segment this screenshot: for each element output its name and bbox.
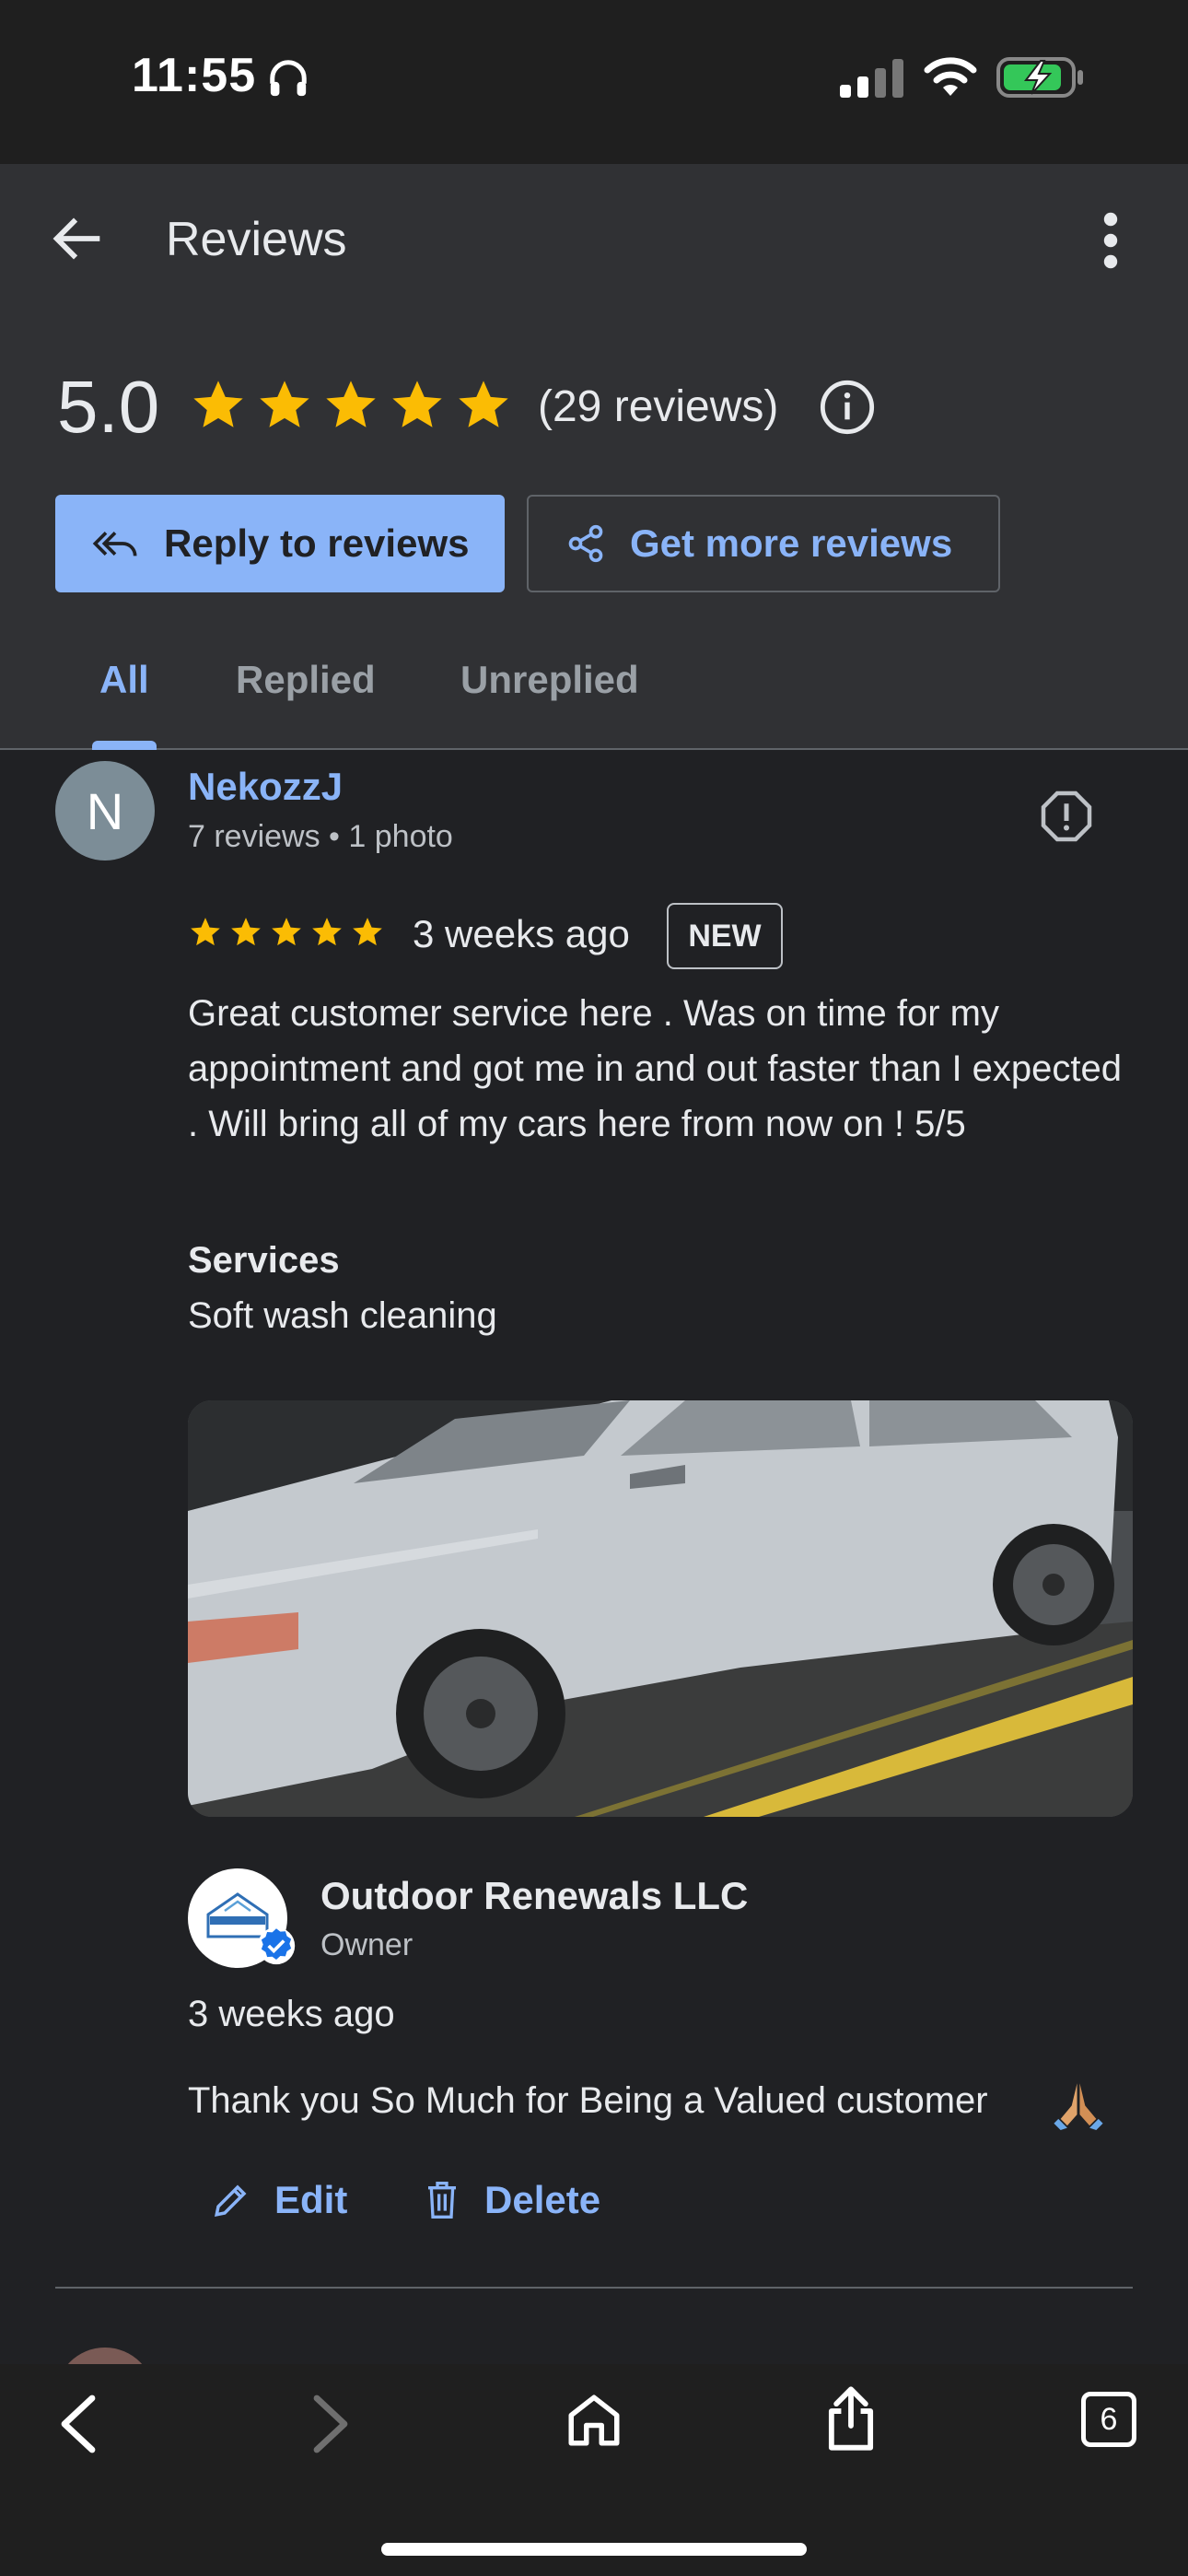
reply-to-reviews-label: Reply to reviews: [164, 521, 470, 565]
delete-label: Delete: [484, 2178, 601, 2221]
pencil-icon: [215, 2184, 247, 2217]
tab-unreplied[interactable]: Unreplied: [460, 658, 639, 702]
review-time: 3 weeks ago: [413, 912, 630, 955]
average-rating: 5.0: [57, 366, 160, 448]
edit-reply-button[interactable]: Edit: [212, 2178, 347, 2222]
reply-time: 3 weeks ago: [188, 1994, 395, 2034]
tab-replied[interactable]: Replied: [236, 658, 376, 702]
new-badge: NEW: [667, 903, 783, 969]
edit-label: Edit: [274, 2178, 348, 2221]
owner-role: Owner: [320, 1927, 413, 1962]
rating-stars: [189, 376, 513, 435]
delete-reply-button[interactable]: Delete: [424, 2178, 600, 2222]
folded-hands-emoji-icon: [1054, 2083, 1103, 2130]
reviews-header: Reviews 5.0 (29 reviews) Reply to review…: [0, 164, 1188, 750]
home-icon[interactable]: [564, 2390, 624, 2451]
review-photo[interactable]: [188, 1400, 1133, 1817]
back-arrow-icon[interactable]: [46, 206, 111, 271]
star-icon: [193, 381, 243, 427]
star-icon: [231, 918, 261, 946]
share-upload-icon[interactable]: [821, 2384, 880, 2453]
cellular-signal-icon: [840, 59, 903, 98]
tabs-count-button[interactable]: 6: [1081, 2392, 1136, 2447]
star-icon: [191, 918, 220, 946]
star-icon: [272, 918, 301, 946]
reviewer-meta: 7 reviews • 1 photo: [188, 819, 453, 854]
info-icon[interactable]: [818, 378, 877, 437]
reviewer-name[interactable]: NekozzJ: [188, 765, 343, 809]
get-more-reviews-button[interactable]: Get more reviews: [527, 495, 1000, 592]
browser-back-icon[interactable]: [55, 2392, 99, 2456]
services-value: Soft wash cleaning: [188, 1295, 497, 1336]
star-icon: [260, 381, 309, 427]
star-icon: [312, 918, 342, 946]
star-icon: [459, 381, 508, 427]
wifi-icon: [924, 57, 977, 96]
owner-name: Outdoor Renewals LLC: [320, 1874, 749, 1917]
home-indicator[interactable]: [381, 2543, 807, 2556]
review-stars: [188, 915, 385, 950]
browser-toolbar: 6: [0, 2364, 1188, 2576]
reviews-count: (29 reviews): [538, 382, 779, 431]
get-more-reviews-label: Get more reviews: [630, 521, 953, 565]
services-label: Services: [188, 1240, 340, 1281]
more-options-icon[interactable]: [1092, 210, 1129, 271]
reply-text: Thank you So Much for Being a Valued cus…: [188, 2080, 988, 2121]
car-photo-image: [188, 1400, 1133, 1817]
share-icon: [568, 524, 603, 563]
star-icon: [353, 918, 382, 946]
review-text: Great customer service here . Was on tim…: [188, 993, 1123, 1144]
reply-to-reviews-button[interactable]: Reply to reviews: [55, 495, 505, 592]
page-title: Reviews: [166, 213, 347, 266]
battery-charging-icon: [996, 57, 1083, 98]
trash-icon: [428, 2182, 456, 2219]
star-icon: [392, 381, 442, 427]
status-time: 11:55: [132, 49, 257, 102]
review-divider: [55, 2287, 1133, 2289]
verified-badge-icon: [257, 1926, 296, 1965]
star-icon: [326, 381, 376, 427]
headphones-icon: [270, 60, 307, 97]
browser-forward-icon[interactable]: [309, 2392, 354, 2456]
tab-all[interactable]: All: [99, 658, 149, 702]
tab-selected-indicator: [92, 741, 157, 750]
report-review-icon[interactable]: [1039, 789, 1094, 844]
reviewer-avatar[interactable]: N: [55, 761, 155, 861]
reply-all-icon: [92, 532, 137, 556]
status-bar: 11:55: [0, 0, 1188, 164]
